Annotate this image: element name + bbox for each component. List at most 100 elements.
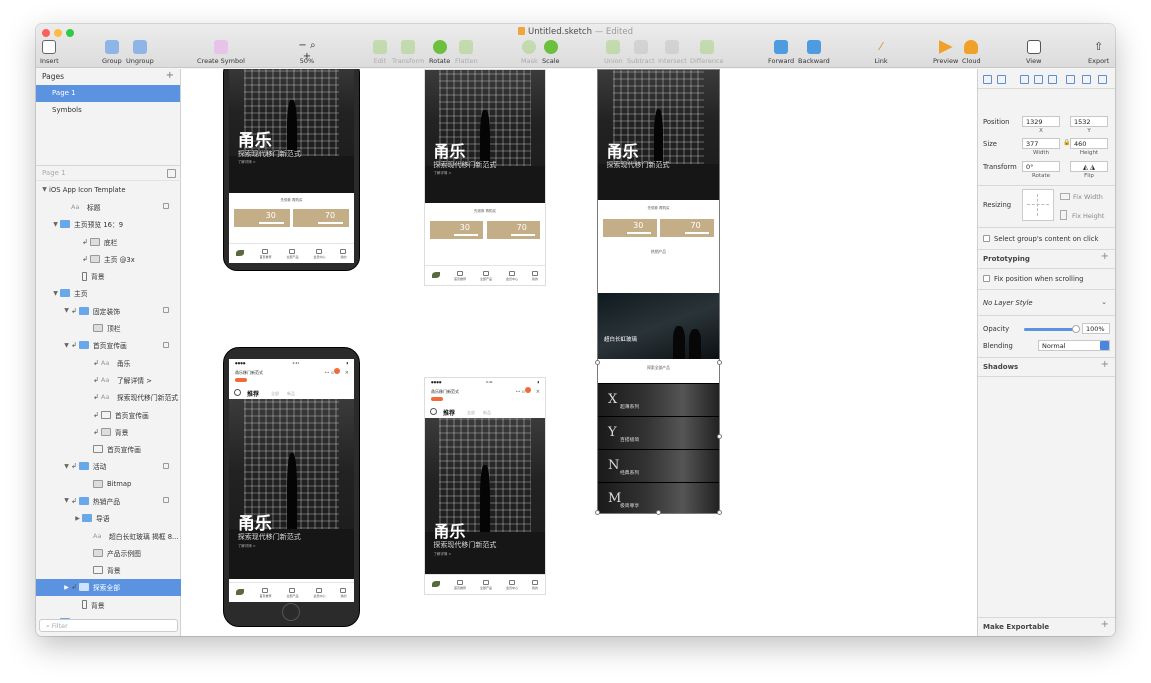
layer-row[interactable]: ↲ Aa 探索现代移门新范式: [36, 389, 181, 406]
opacity-slider[interactable]: [1024, 325, 1080, 333]
search-tab-recommend[interactable]: 推荐: [247, 389, 259, 398]
layer-row[interactable]: 背景: [36, 267, 181, 284]
tab-me[interactable]: 我的: [531, 270, 538, 281]
group-button[interactable]: Group: [102, 40, 122, 65]
layer-row[interactable]: 首页宣传画: [36, 440, 181, 457]
layer-row[interactable]: ↲ 主页 @3x: [36, 250, 181, 267]
lock-icon[interactable]: [163, 203, 169, 210]
explore-row-n[interactable]: N 经典系列: [598, 449, 719, 482]
search-tab-all[interactable]: 全部: [271, 391, 279, 397]
layer-row[interactable]: Bitmap: [36, 475, 181, 492]
layer-row[interactable]: ↲ Aa 甬乐: [36, 354, 181, 371]
backward-button[interactable]: Backward: [798, 40, 830, 65]
coupon-70[interactable]: 70: [486, 221, 541, 239]
layer-row[interactable]: ▼ 主页预览 16：9: [36, 216, 181, 233]
align-top-icon[interactable]: [1066, 75, 1075, 84]
fix-position-option[interactable]: Fix position when scrolling: [983, 275, 1083, 283]
coupon-70[interactable]: 70: [660, 219, 715, 237]
disclosure-arrow-icon[interactable]: ▼: [62, 307, 71, 314]
hero-more-link[interactable]: 了解详情 >: [433, 552, 451, 557]
distribute-vertical-icon[interactable]: [997, 75, 1006, 84]
tab-home[interactable]: 首页推荐: [259, 587, 271, 598]
layer-style-select[interactable]: No Layer Style: [983, 299, 1033, 307]
position-x-input[interactable]: 1329: [1022, 116, 1060, 127]
distribute-horizontal-icon[interactable]: [983, 75, 992, 84]
lock-icon[interactable]: [163, 307, 169, 314]
tab-me[interactable]: 我的: [340, 587, 346, 598]
hero-more-link[interactable]: 了解详情 >: [238, 544, 256, 549]
explore-row-y[interactable]: Y 百搭极简: [598, 416, 719, 449]
union-button[interactable]: Union: [604, 40, 623, 65]
home-button[interactable]: [282, 603, 300, 621]
artboard-home[interactable]: 甬乐 探索现代移门新范式 了解详情 > 先领券 再购买 30 70 首页推荐 全…: [424, 69, 546, 286]
layer-row[interactable]: ↲ 底栏: [36, 233, 181, 250]
disclosure-arrow-icon[interactable]: ▼: [51, 221, 60, 228]
tab-home[interactable]: 首页推荐: [259, 248, 271, 259]
add-prototyping-icon[interactable]: +: [1101, 251, 1109, 262]
layer-row[interactable]: ▼ ↲ 热销产品: [36, 492, 181, 509]
phone-preview-21-9[interactable]: ●●●● 9:41 ▮ 甬乐移门新范式 •• ⊙ × 推荐 全部 新品 甬乐 探索现…: [223, 347, 360, 627]
subtract-button[interactable]: Subtract: [627, 40, 655, 65]
tab-products[interactable]: 全部产品: [480, 579, 492, 590]
fix-width-toggle[interactable]: Fix Width: [1060, 193, 1103, 201]
explore-row-x[interactable]: X 超薄系列: [598, 383, 719, 416]
layer-row[interactable]: ▼ iOS App Icon Template: [36, 181, 181, 198]
menu-dots-icon[interactable]: •• ⊙: [325, 370, 334, 375]
layer-row[interactable]: ↲ Aa 了解详情 >: [36, 371, 181, 388]
tab-logo[interactable]: [236, 589, 245, 596]
align-left-icon[interactable]: [1020, 75, 1029, 84]
checkbox[interactable]: [983, 275, 990, 282]
search-tab-new[interactable]: 新品: [287, 391, 295, 397]
resizing-widget[interactable]: [1022, 189, 1054, 221]
chevron-down-icon[interactable]: ⌄: [1101, 298, 1107, 306]
insert-button[interactable]: Insert: [40, 40, 59, 65]
layer-row[interactable]: ↲ 首页宣传画: [36, 406, 181, 423]
layer-row[interactable]: Aa 标题: [36, 198, 181, 215]
ungroup-button[interactable]: Ungroup: [126, 40, 154, 65]
coupon-30[interactable]: 30: [234, 209, 290, 227]
mask-button[interactable]: Mask: [521, 40, 538, 65]
canvas[interactable]: 甬乐 探索现代移门新范式 了解详情 > 先领券 再购买 30 70 首页推荐 全…: [181, 69, 977, 636]
search-tab-recommend[interactable]: 推荐: [443, 408, 455, 417]
position-y-input[interactable]: 1532: [1070, 116, 1108, 127]
make-exportable[interactable]: Make Exportable: [983, 623, 1049, 631]
opacity-input[interactable]: 100%: [1082, 323, 1110, 334]
tab-me[interactable]: 我的: [531, 579, 538, 590]
lock-icon[interactable]: [163, 497, 169, 504]
artboard-explore-selected[interactable]: 甬乐 探索现代移门新范式 先领券 再购买 30 70 热销产品 超白长虹玻璃 探…: [597, 69, 720, 514]
rotate-button[interactable]: Rotate: [429, 40, 450, 65]
disclosure-arrow-icon[interactable]: ▶: [73, 515, 82, 522]
align-bottom-icon[interactable]: [1098, 75, 1107, 84]
layer-row[interactable]: 背景: [36, 562, 181, 579]
disclosure-arrow-icon[interactable]: ▶: [62, 584, 71, 591]
transform-button[interactable]: Transform: [392, 40, 424, 65]
blending-select[interactable]: Normal: [1038, 340, 1110, 351]
tab-logo[interactable]: [431, 272, 440, 279]
coupon-30[interactable]: 30: [429, 221, 484, 239]
tab-member[interactable]: 会员中心: [313, 587, 325, 598]
scale-button[interactable]: Scale: [542, 40, 560, 65]
disclosure-arrow-icon[interactable]: ▼: [62, 463, 71, 470]
disclosure-arrow-icon[interactable]: ▼: [62, 497, 71, 504]
tab-member[interactable]: 会员中心: [506, 270, 518, 281]
width-input[interactable]: 377: [1022, 138, 1060, 149]
tab-member[interactable]: 会员中心: [506, 579, 518, 590]
disclosure-arrow-icon[interactable]: ▼: [51, 290, 60, 297]
forward-button[interactable]: Forward: [768, 40, 794, 65]
layer-row[interactable]: ▼ ↲ 活动: [36, 458, 181, 475]
tab-me[interactable]: 我的: [340, 248, 346, 259]
edit-button[interactable]: Edit: [373, 40, 387, 65]
layer-row[interactable]: ▼ ↲ 首页宣传画: [36, 337, 181, 354]
hero-more-link[interactable]: 了解详情 >: [433, 171, 451, 176]
layer-row[interactable]: ▼ 主页: [36, 285, 181, 302]
intersect-button[interactable]: Intersect: [658, 40, 687, 65]
page-item-page-1[interactable]: Page 1: [36, 85, 180, 102]
tab-products[interactable]: 全部产品: [286, 248, 298, 259]
difference-button[interactable]: Difference: [690, 40, 724, 65]
layer-filter-input[interactable]: ⌕ Filter: [39, 619, 178, 632]
selection-handle[interactable]: [717, 360, 722, 365]
zoom-control[interactable]: − ⌕ +50%: [288, 40, 326, 65]
coupon-30[interactable]: 30: [602, 219, 657, 237]
artboard-home-21-9[interactable]: ●●●● 9:41 ▮ 甬乐移门新范式 •• ⊙ × 推荐 全部 新品 甬乐 探索现…: [424, 377, 546, 595]
search-tab-new[interactable]: 新品: [483, 410, 491, 416]
